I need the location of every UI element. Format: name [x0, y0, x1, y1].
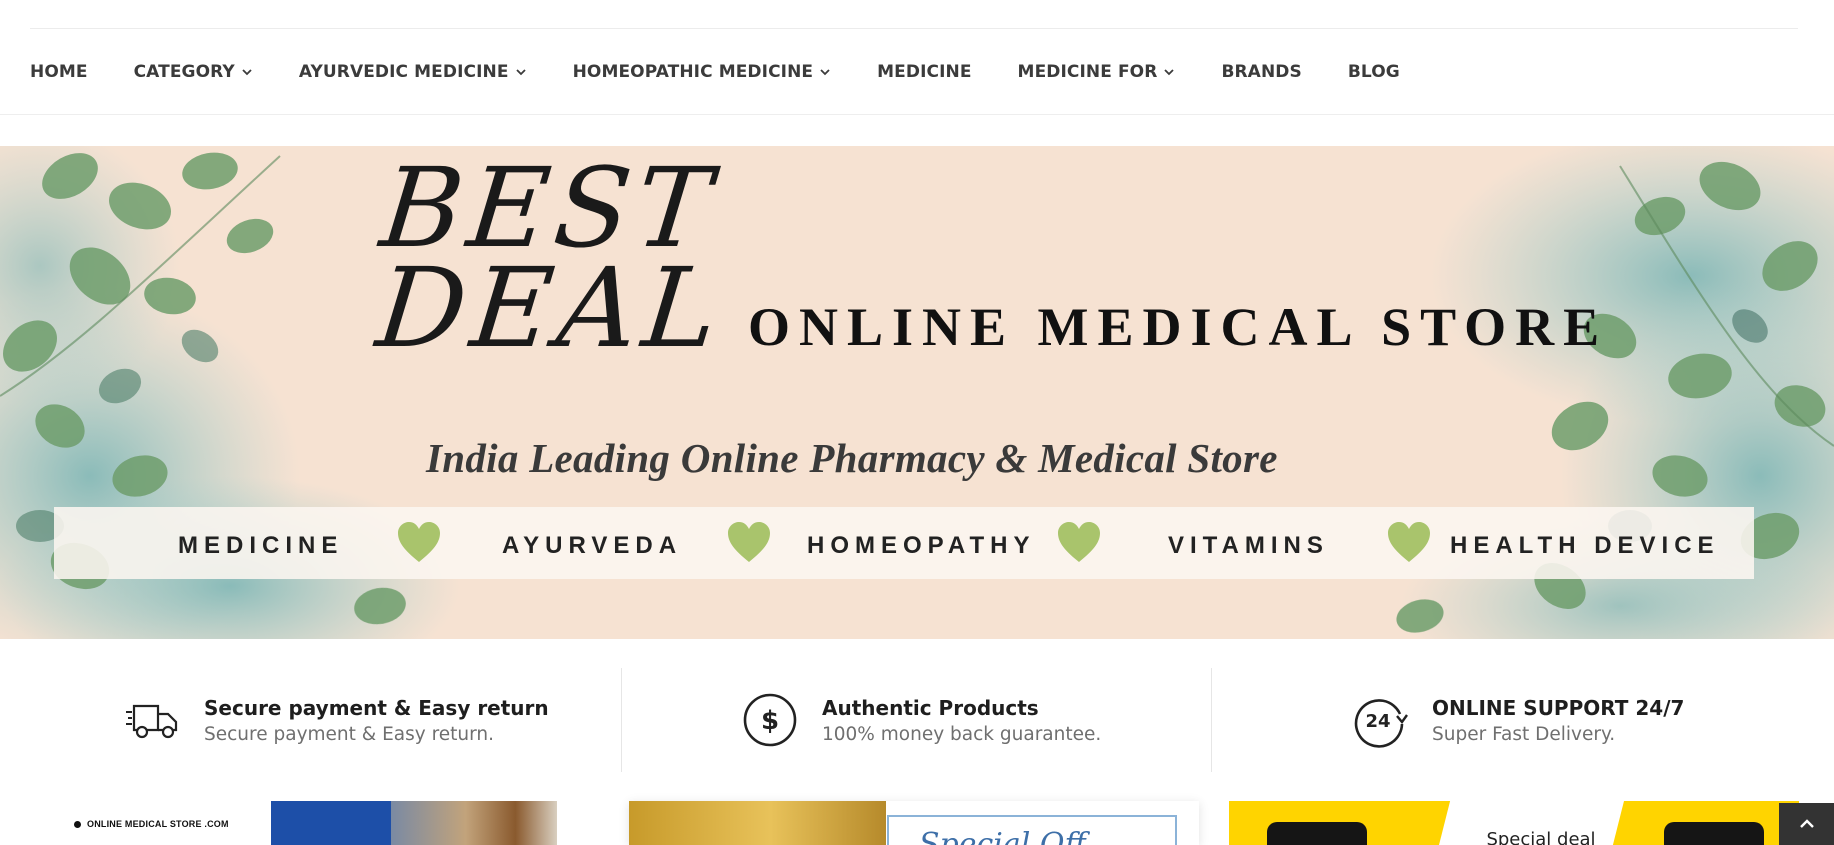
svg-text:24: 24 [1365, 711, 1390, 732]
nav-item-home[interactable]: HOME [30, 62, 88, 82]
strip-item-homeopathy: HOMEOPATHY [807, 532, 1036, 559]
chevron-down-icon [241, 66, 253, 78]
chevron-down-icon [1163, 66, 1175, 78]
nav-item-blog[interactable]: BLOG [1348, 62, 1400, 82]
main-navigation: HOME CATEGORY AYURVEDIC MEDICINE HOMEOPA… [0, 29, 1834, 115]
dollar-circle-icon: $ [742, 692, 798, 748]
strip-item-medicine: MEDICINE [178, 532, 344, 559]
feature-divider [1211, 668, 1212, 772]
promo-card-online-store[interactable]: ONLINE MEDICAL STORE .COM [54, 801, 557, 845]
nav-label: AYURVEDIC MEDICINE [298, 61, 509, 82]
feature-title: ONLINE SUPPORT 24/7 [1432, 695, 1685, 720]
feature-title: Secure payment & Easy return [204, 695, 549, 720]
promo-card-special-offer[interactable]: Special Off [629, 801, 1199, 845]
nav-list: HOME CATEGORY AYURVEDIC MEDICINE HOMEOPA… [0, 29, 1834, 114]
feature-text: Secure payment & Easy return Secure paym… [204, 696, 549, 745]
nav-item-homeopathic-medicine[interactable]: HOMEOPATHIC MEDICINE [573, 62, 832, 82]
nav-item-medicine[interactable]: MEDICINE [877, 62, 971, 82]
strip-item-vitamins: VITAMINS [1168, 532, 1329, 559]
product-jar [1267, 822, 1367, 845]
heart-icon [1058, 522, 1100, 562]
chevron-up-icon [1799, 819, 1814, 828]
chevron-down-icon [515, 66, 527, 78]
promo-script-text: Special Off [919, 827, 1086, 845]
svg-text:$: $ [761, 706, 779, 736]
heart-icon [398, 522, 440, 562]
feature-subtitle: Secure payment & Easy return. [204, 723, 495, 745]
support-24-icon: 24 [1352, 692, 1408, 748]
nav-item-brands[interactable]: BRANDS [1221, 62, 1301, 82]
promo-card-special-deal[interactable]: Special deal [1229, 801, 1799, 845]
heart-icon [728, 522, 770, 562]
scroll-to-top-button[interactable] [1779, 803, 1834, 845]
feature-text: ONLINE SUPPORT 24/7 Super Fast Delivery. [1432, 696, 1684, 745]
product-jar [1664, 822, 1764, 845]
hero-banner[interactable]: BEST DEAL ONLINE MEDICAL STORE India Lea… [0, 146, 1834, 639]
nav-label: HOME [30, 61, 88, 82]
feature-subtitle: Super Fast Delivery. [1432, 723, 1616, 745]
feature-text: Authentic Products 100% money back guara… [822, 696, 1101, 745]
strip-item-health-device: HEALTH DEVICE [1450, 532, 1720, 559]
banner-headline-best: BEST [375, 146, 723, 272]
strip-item-ayurveda: AYURVEDA [502, 532, 683, 559]
banner-tagline: India Leading Online Pharmacy & Medical … [426, 435, 1278, 481]
nav-label: MEDICINE FOR [1017, 61, 1158, 82]
nav-item-medicine-for[interactable]: MEDICINE FOR [1018, 62, 1176, 82]
feature-authentic-products: $ Authentic Products 100% money back gua… [742, 668, 1101, 772]
feature-divider [621, 668, 622, 772]
nav-item-ayurvedic-medicine[interactable]: AYURVEDIC MEDICINE [299, 62, 527, 82]
nav-item-category[interactable]: CATEGORY [134, 62, 253, 82]
nav-label: CATEGORY [133, 61, 235, 82]
nav-label: BLOG [1347, 61, 1400, 82]
banner-store-name: ONLINE MEDICAL STORE [748, 297, 1609, 357]
heart-icon [1388, 522, 1430, 562]
promo-brand-text: ONLINE MEDICAL STORE .COM [74, 819, 229, 829]
promo-image [271, 801, 557, 845]
promo-deal-text: Special deal [1486, 829, 1596, 845]
nav-label: MEDICINE [877, 61, 972, 82]
feature-secure-payment: Secure payment & Easy return Secure paym… [124, 668, 549, 772]
banner-headline-deal: DEAL [371, 244, 730, 372]
nav-label: BRANDS [1221, 61, 1302, 82]
promo-photo [629, 801, 886, 845]
feature-title: Authentic Products [822, 695, 1039, 720]
delivery-truck-icon [124, 692, 180, 748]
chevron-down-icon [819, 66, 831, 78]
promo-photo [391, 801, 557, 845]
feature-online-support: 24 ONLINE SUPPORT 24/7 Super Fast Delive… [1352, 668, 1684, 772]
nav-label: HOMEOPATHIC MEDICINE [572, 61, 814, 82]
feature-subtitle: 100% money back guarantee. [822, 723, 1102, 745]
